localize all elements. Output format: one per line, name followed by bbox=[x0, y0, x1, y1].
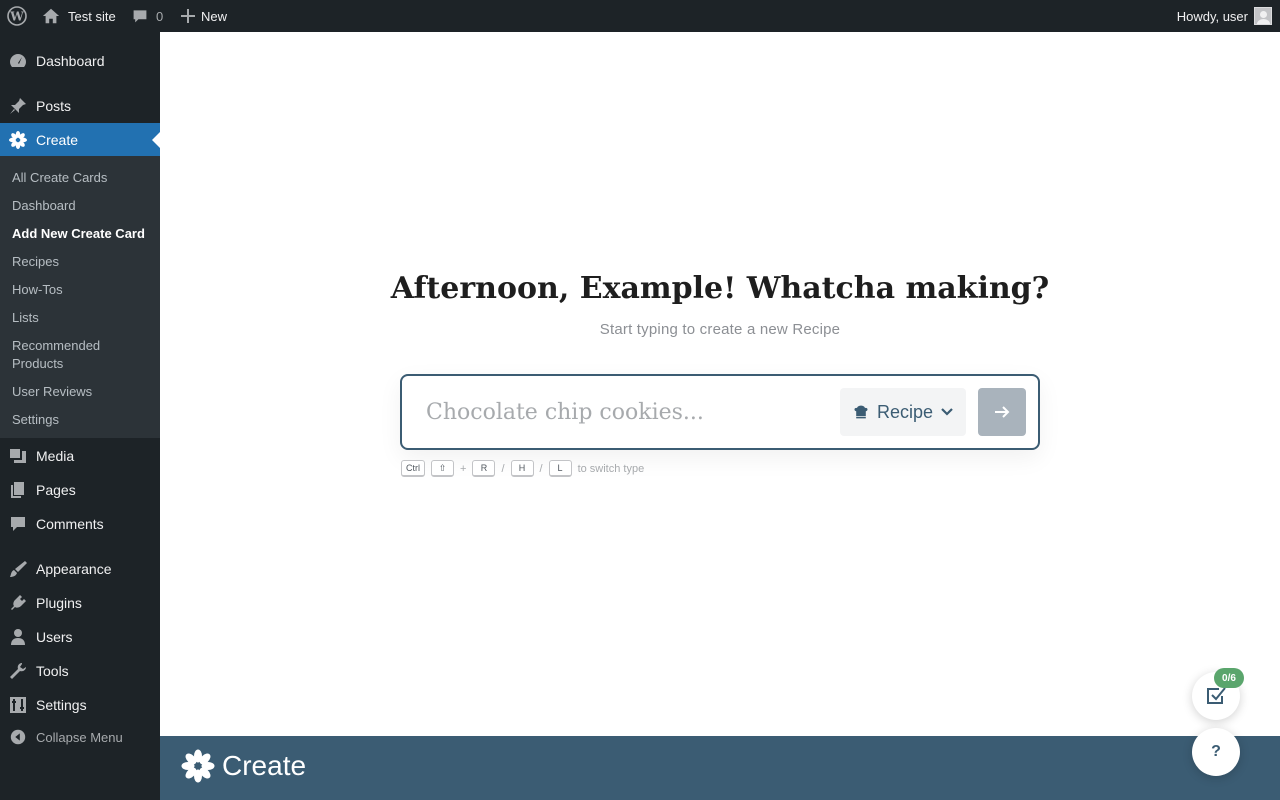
submenu-add-new-create-card[interactable]: Add New Create Card bbox=[12, 225, 152, 243]
help-label: ? bbox=[1211, 743, 1221, 760]
collapse-icon bbox=[0, 728, 36, 746]
menu-label: Media bbox=[36, 448, 75, 464]
new-content-link[interactable]: New bbox=[181, 0, 227, 32]
admin-sidebar: Dashboard Posts Create All Create Cards … bbox=[0, 32, 160, 800]
user-icon bbox=[0, 627, 36, 647]
new-label: New bbox=[201, 8, 228, 24]
card-type-label: Recipe bbox=[877, 401, 934, 422]
comments-link[interactable]: 0 bbox=[132, 0, 163, 32]
menu-label: Comments bbox=[36, 516, 104, 532]
menu-label: Pages bbox=[36, 482, 76, 498]
admin-bar: W Test site 0 New Howdy, user bbox=[0, 0, 1280, 32]
menu-label: Users bbox=[36, 629, 73, 645]
site-name: Test site bbox=[68, 8, 116, 24]
card-title-input[interactable] bbox=[426, 390, 836, 434]
chef-hat-icon bbox=[854, 405, 868, 419]
checkbox-icon bbox=[1207, 687, 1226, 704]
create-logo: Create bbox=[180, 748, 306, 784]
menu-plugins[interactable]: Plugins bbox=[0, 586, 160, 620]
page-subtitle: Start typing to create a new Recipe bbox=[599, 321, 841, 338]
collapse-menu-button[interactable]: Collapse Menu bbox=[0, 720, 160, 754]
submenu-recipes[interactable]: Recipes bbox=[12, 253, 152, 271]
brush-icon bbox=[0, 559, 36, 579]
menu-label: Appearance bbox=[36, 561, 112, 577]
flower-icon bbox=[0, 130, 36, 150]
submenu-how-tos[interactable]: How-Tos bbox=[12, 281, 152, 299]
menu-media[interactable]: Media bbox=[0, 439, 160, 473]
submenu-recommended-products[interactable]: Recommended Products bbox=[12, 337, 112, 373]
media-icon bbox=[0, 446, 36, 466]
page-title: Afternoon, Example! Whatcha making? bbox=[390, 271, 1050, 306]
shortcut-hint: to switch type bbox=[577, 462, 645, 475]
wordpress-icon: W bbox=[7, 6, 27, 26]
menu-label: Tools bbox=[36, 663, 69, 679]
shortcut-plus: + bbox=[460, 462, 467, 475]
create-card-form: Recipe bbox=[400, 374, 1040, 450]
flower-icon bbox=[181, 749, 215, 783]
home-icon bbox=[42, 8, 60, 24]
dashboard-icon bbox=[0, 51, 36, 71]
pages-icon bbox=[0, 480, 36, 500]
help-button[interactable]: ? bbox=[1192, 728, 1240, 776]
menu-users[interactable]: Users bbox=[0, 620, 160, 654]
main-content: Afternoon, Example! Whatcha making? Star… bbox=[160, 32, 1280, 736]
sliders-icon bbox=[0, 695, 36, 715]
my-account-link[interactable]: Howdy, user bbox=[1177, 0, 1272, 32]
card-type-select[interactable]: Recipe bbox=[840, 388, 966, 436]
keyboard-shortcuts-hint: Ctrl ⇧ + R / H / L to switch type bbox=[401, 460, 644, 477]
collapse-label: Collapse Menu bbox=[36, 729, 123, 745]
menu-create[interactable]: Create bbox=[0, 123, 160, 157]
menu-label: Create bbox=[36, 132, 79, 148]
menu-label: Settings bbox=[36, 697, 87, 713]
wordpress-logo-link[interactable]: W bbox=[0, 0, 34, 32]
footer-brand: Create bbox=[222, 750, 307, 781]
submenu-settings[interactable]: Settings bbox=[12, 411, 152, 429]
site-name-link[interactable]: Test site bbox=[42, 0, 116, 32]
comment-icon bbox=[0, 514, 36, 534]
kbd-ctrl: Ctrl bbox=[401, 460, 425, 477]
shortcut-slash: / bbox=[539, 462, 543, 475]
shortcut-slash: / bbox=[501, 462, 505, 475]
menu-tools[interactable]: Tools bbox=[0, 654, 160, 688]
avatar bbox=[1254, 7, 1272, 25]
comment-icon bbox=[133, 10, 147, 23]
plus-icon bbox=[181, 9, 195, 23]
chevron-down-icon bbox=[941, 408, 953, 416]
menu-label: Posts bbox=[36, 98, 72, 114]
menu-appearance[interactable]: Appearance bbox=[0, 552, 160, 586]
menu-label: Dashboard bbox=[36, 53, 105, 69]
submenu-user-reviews[interactable]: User Reviews bbox=[12, 383, 152, 401]
kbd-l: L bbox=[548, 460, 572, 477]
wrench-icon bbox=[0, 661, 36, 681]
pin-icon bbox=[0, 96, 36, 116]
submit-button[interactable] bbox=[978, 388, 1026, 436]
menu-comments[interactable]: Comments bbox=[0, 507, 160, 541]
plug-icon bbox=[0, 593, 36, 613]
create-submenu: All Create Cards Dashboard Add New Creat… bbox=[0, 156, 160, 438]
tasks-badge: 0/6 bbox=[1214, 668, 1244, 688]
arrow-right-icon bbox=[995, 406, 1010, 418]
create-footer: Create bbox=[160, 736, 1280, 800]
howdy-text: Howdy, user bbox=[1176, 8, 1248, 24]
menu-settings[interactable]: Settings bbox=[0, 688, 160, 722]
menu-label: Plugins bbox=[36, 595, 82, 611]
kbd-r: R bbox=[472, 460, 496, 477]
menu-pages[interactable]: Pages bbox=[0, 473, 160, 507]
submenu-lists[interactable]: Lists bbox=[12, 309, 152, 327]
submenu-all-create-cards[interactable]: All Create Cards bbox=[12, 169, 152, 187]
menu-dashboard[interactable]: Dashboard bbox=[0, 44, 160, 78]
menu-posts[interactable]: Posts bbox=[0, 89, 160, 123]
submenu-dashboard[interactable]: Dashboard bbox=[12, 197, 152, 215]
svg-text:W: W bbox=[9, 10, 24, 24]
comments-count: 0 bbox=[156, 8, 164, 24]
kbd-shift: ⇧ bbox=[431, 460, 454, 477]
kbd-h: H bbox=[510, 460, 534, 477]
